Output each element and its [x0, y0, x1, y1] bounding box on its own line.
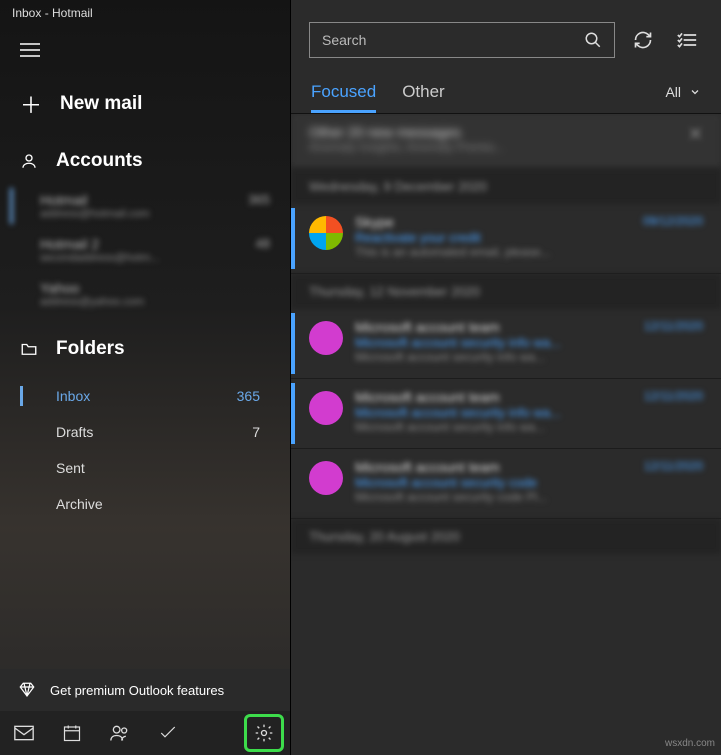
chevron-down-icon — [689, 86, 701, 98]
gear-icon — [254, 723, 274, 743]
folder-item-sent[interactable]: Sent — [0, 450, 290, 486]
premium-banner[interactable]: Get premium Outlook features — [0, 669, 290, 711]
folders-header[interactable]: Folders — [0, 326, 290, 372]
filter-label: All — [665, 84, 681, 100]
diamond-icon — [18, 681, 36, 699]
todo-app-button[interactable] — [144, 711, 192, 755]
toolbar — [291, 0, 721, 70]
tab-other[interactable]: Other — [402, 82, 445, 113]
account-item[interactable]: Yahooaddress@yahoo.com — [0, 272, 290, 316]
folders-header-label: Folders — [56, 338, 125, 360]
accounts-header[interactable]: Accounts — [0, 138, 290, 184]
avatar — [309, 216, 343, 250]
folder-item-drafts[interactable]: Drafts7 — [0, 414, 290, 450]
person-icon — [20, 152, 38, 170]
refresh-icon — [633, 30, 653, 50]
search-box[interactable] — [309, 22, 615, 58]
message-item[interactable]: Microsoft account team Microsoft account… — [291, 309, 721, 379]
message-item[interactable]: Skype Reactivate your credit This is an … — [291, 204, 721, 274]
bottom-bar — [0, 711, 290, 755]
people-app-button[interactable] — [96, 711, 144, 755]
folder-item-archive[interactable]: Archive — [0, 486, 290, 522]
people-icon — [110, 724, 130, 742]
new-mail-button[interactable]: ＋ New mail — [0, 70, 290, 138]
tab-focused[interactable]: Focused — [311, 82, 376, 113]
select-mode-button[interactable] — [671, 24, 703, 56]
window-title: Inbox - Hotmail — [0, 0, 290, 30]
avatar — [309, 461, 343, 495]
mail-icon — [14, 725, 34, 741]
search-icon[interactable] — [584, 31, 602, 49]
sidebar: Inbox - Hotmail ＋ New mail Accounts Hotm… — [0, 0, 290, 755]
mail-app-button[interactable] — [0, 711, 48, 755]
date-group-header: Thursday, 20 August 2020 — [291, 519, 721, 554]
search-input[interactable] — [322, 32, 546, 48]
account-item[interactable]: Hotmail 2secondaddress@hotm...48 — [0, 228, 290, 272]
tabs-bar: Focused Other All — [291, 70, 721, 114]
folder-icon — [20, 340, 38, 358]
message-list[interactable]: Other 20 new messagesAnomaly Insights; A… — [291, 114, 721, 755]
calendar-icon — [63, 724, 81, 742]
calendar-app-button[interactable] — [48, 711, 96, 755]
premium-label: Get premium Outlook features — [50, 683, 224, 698]
refresh-button[interactable] — [627, 24, 659, 56]
filter-dropdown[interactable]: All — [665, 84, 701, 100]
new-mail-label: New mail — [60, 93, 142, 115]
date-group-header: Wednesday, 9 December 2020 — [291, 169, 721, 204]
hamburger-icon — [20, 43, 40, 57]
main-pane: Focused Other All Other 20 new messagesA… — [290, 0, 721, 755]
date-group-header: Thursday, 12 November 2020 — [291, 274, 721, 309]
settings-button[interactable] — [244, 714, 284, 752]
other-summary-row[interactable]: Other 20 new messagesAnomaly Insights; A… — [291, 114, 721, 169]
account-item[interactable]: Hotmailaddress@hotmail.com365 — [0, 184, 290, 228]
close-icon[interactable]: ✕ — [688, 124, 703, 145]
watermark: wsxdn.com — [665, 738, 715, 749]
todo-icon — [159, 724, 177, 742]
message-item[interactable]: Microsoft account team Microsoft account… — [291, 449, 721, 519]
select-mode-icon — [677, 31, 697, 49]
message-item[interactable]: Microsoft account team Microsoft account… — [291, 379, 721, 449]
hamburger-menu-button[interactable] — [10, 30, 50, 70]
plus-icon: ＋ — [20, 88, 42, 120]
avatar — [309, 391, 343, 425]
avatar — [309, 321, 343, 355]
folder-item-inbox[interactable]: Inbox365 — [0, 378, 290, 414]
accounts-header-label: Accounts — [56, 150, 143, 172]
